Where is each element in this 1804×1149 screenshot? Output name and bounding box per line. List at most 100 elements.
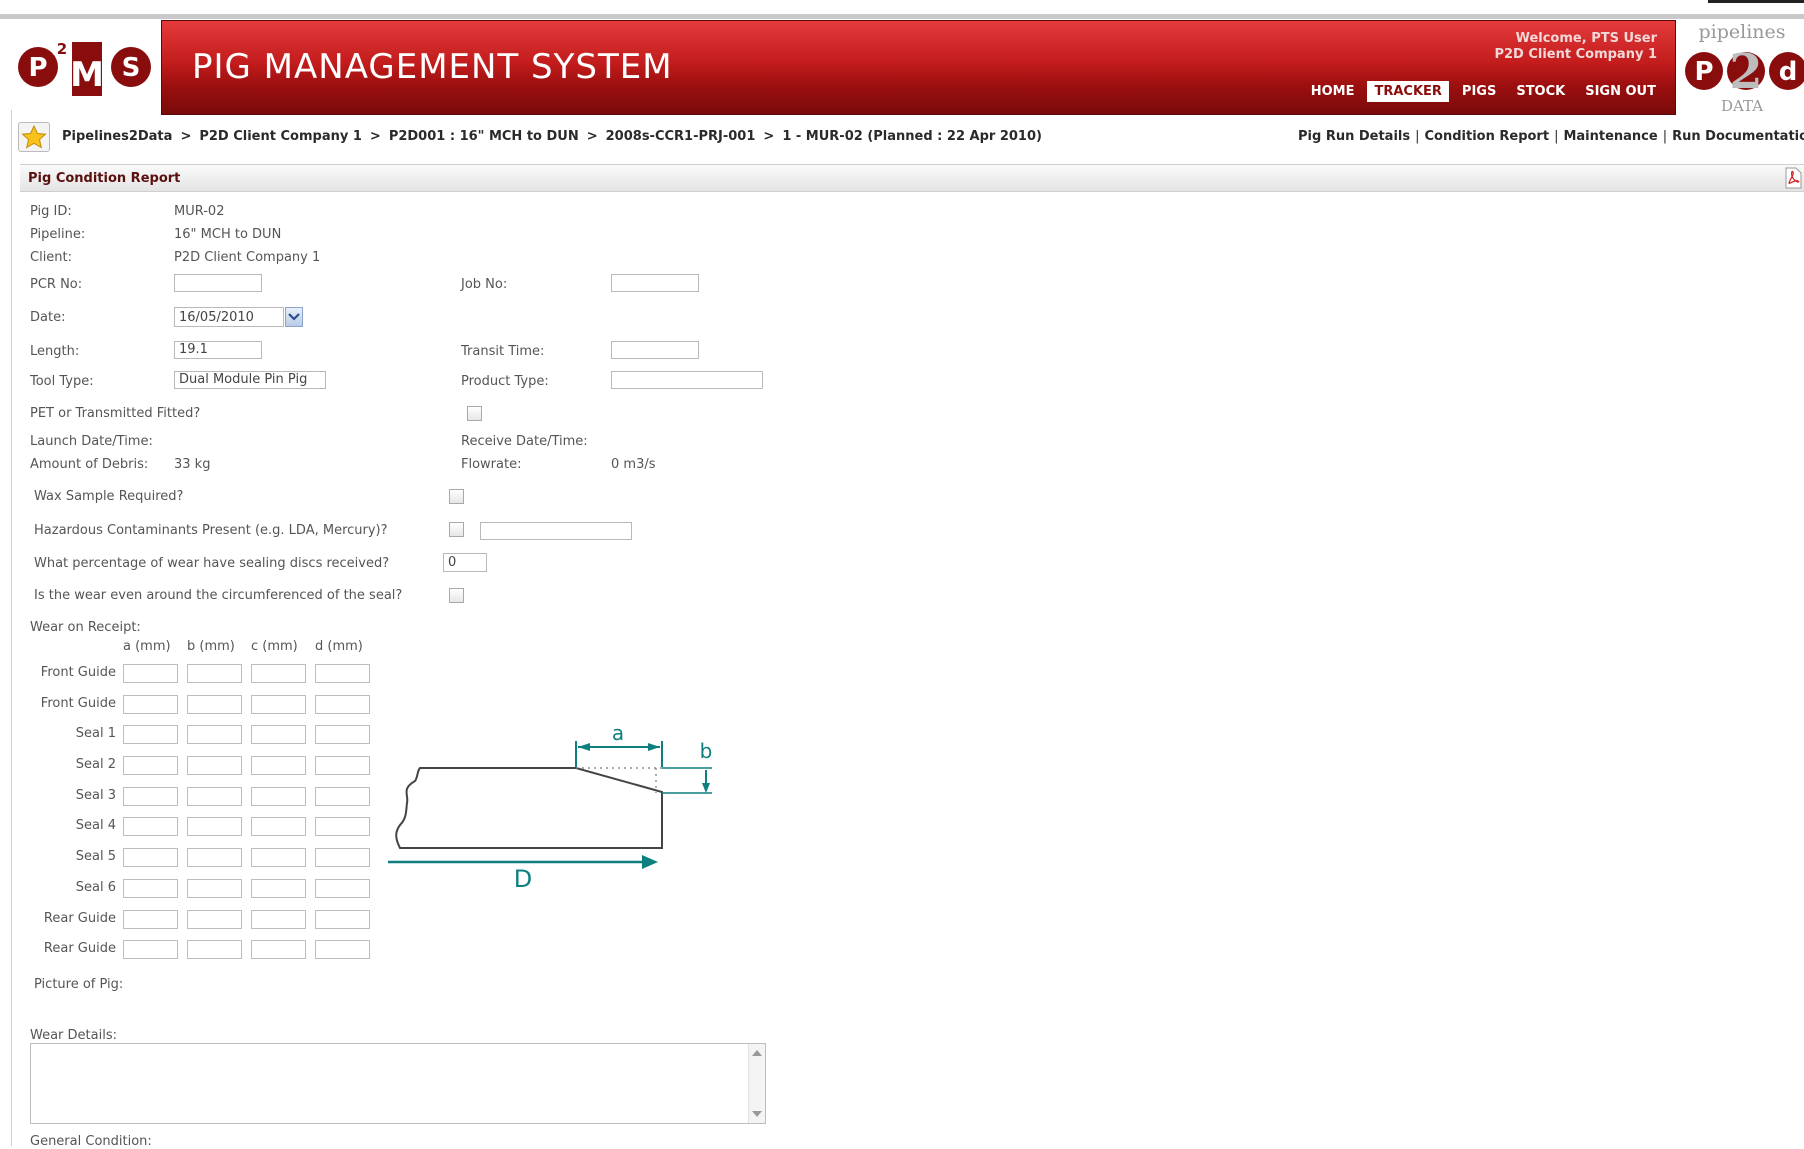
wear-cell-input[interactable]: [187, 848, 242, 867]
tool-type-input[interactable]: [174, 371, 326, 389]
wear-cell-input[interactable]: [187, 817, 242, 836]
wear-cell-input[interactable]: [187, 787, 242, 806]
wear-row-label: Rear Guide: [43, 911, 116, 926]
wear-cell-input[interactable]: [315, 695, 370, 714]
wear-cell-input[interactable]: [251, 787, 306, 806]
link-condition-report[interactable]: Condition Report: [1425, 129, 1550, 144]
breadcrumb-run[interactable]: 1 - MUR-02 (Planned : 22 Apr 2010): [782, 129, 1042, 144]
wear-cell-input[interactable]: [315, 756, 370, 775]
scroll-down-icon[interactable]: [752, 1111, 762, 1117]
wear-cell-input[interactable]: [315, 940, 370, 959]
hazardous-details-input[interactable]: [480, 522, 632, 540]
wear-cell-input[interactable]: [251, 725, 306, 744]
wear-cell-input[interactable]: [251, 664, 306, 683]
wear-cell-input[interactable]: [123, 756, 178, 775]
wear-cell-input[interactable]: [315, 725, 370, 744]
column-header-b: b (mm): [187, 639, 235, 654]
run-section-links: Pig Run Details | Condition Report | Mainten…: [1298, 129, 1804, 144]
client-value: P2D Client Company 1: [174, 250, 321, 265]
pcr-no-input[interactable]: [174, 274, 262, 292]
wear-cell-input[interactable]: [123, 879, 178, 898]
wear-cell-input[interactable]: [315, 910, 370, 929]
wear-cell-input[interactable]: [123, 817, 178, 836]
job-no-label: Job No:: [461, 277, 508, 292]
breadcrumb-client[interactable]: P2D Client Company 1: [199, 129, 362, 144]
link-pig-run-details[interactable]: Pig Run Details: [1298, 129, 1410, 144]
wear-cell-input[interactable]: [315, 787, 370, 806]
wear-cell-input[interactable]: [123, 725, 178, 744]
pet-fitted-checkbox[interactable]: [467, 406, 482, 421]
wear-cell-input[interactable]: [315, 664, 370, 683]
date-dropdown-button[interactable]: [285, 307, 303, 327]
wear-cell-input[interactable]: [187, 756, 242, 775]
wear-details-textarea[interactable]: [30, 1043, 766, 1124]
wax-sample-checkbox[interactable]: [449, 489, 464, 504]
nav-tracker[interactable]: TRACKER: [1367, 81, 1449, 102]
logo-letter-s: S: [122, 53, 141, 83]
transit-time-input[interactable]: [611, 341, 699, 359]
wear-cell-input[interactable]: [123, 695, 178, 714]
general-condition-label: General Condition:: [30, 1134, 152, 1149]
wear-cell-input[interactable]: [315, 848, 370, 867]
wear-cell-input[interactable]: [315, 879, 370, 898]
wear-cell-input[interactable]: [251, 848, 306, 867]
link-run-documentation[interactable]: Run Documentation: [1672, 129, 1804, 144]
pipeline-label: Pipeline:: [30, 227, 86, 242]
wear-even-checkbox[interactable]: [449, 588, 464, 603]
wear-cell-input[interactable]: [251, 695, 306, 714]
wear-cell-input[interactable]: [187, 879, 242, 898]
wear-cell-input[interactable]: [123, 910, 178, 929]
wear-even-label: Is the wear even around the circumferenc…: [34, 588, 403, 603]
breadcrumb-pipelines2data[interactable]: Pipelines2Data: [62, 129, 172, 144]
favourite-star-button[interactable]: [18, 122, 50, 152]
wear-row-label: Seal 2: [75, 757, 116, 772]
wear-cell-input[interactable]: [187, 940, 242, 959]
wear-cell-input[interactable]: [251, 817, 306, 836]
pms-logo[interactable]: P 2 M S: [16, 34, 166, 104]
wear-cell-input[interactable]: [251, 879, 306, 898]
p2d-logo-d: d: [1779, 57, 1798, 87]
wear-cell-input[interactable]: [315, 817, 370, 836]
wear-cell-input[interactable]: [187, 910, 242, 929]
breadcrumb-pipeline[interactable]: P2D001 : 16" MCH to DUN: [389, 129, 579, 144]
wear-row-label: Seal 4: [75, 818, 116, 833]
wear-row-label: Rear Guide: [43, 941, 116, 956]
link-maintenance[interactable]: Maintenance: [1563, 129, 1657, 144]
textarea-scrollbar[interactable]: [748, 1044, 765, 1123]
wear-row-label: Seal 5: [75, 849, 116, 864]
wear-cell-input[interactable]: [123, 848, 178, 867]
wear-cell-input[interactable]: [187, 725, 242, 744]
pdf-icon[interactable]: [1784, 167, 1802, 189]
wear-cell-input[interactable]: [251, 940, 306, 959]
diagram-label-d: D: [514, 865, 532, 893]
job-no-input[interactable]: [611, 274, 699, 292]
wear-cell-input[interactable]: [251, 910, 306, 929]
p2d-logo[interactable]: pipelines P 2 d DATA: [1680, 18, 1804, 116]
length-input[interactable]: [174, 341, 262, 359]
product-type-input[interactable]: [611, 371, 763, 389]
wear-cell-input[interactable]: [187, 695, 242, 714]
wear-cell-input[interactable]: [251, 756, 306, 775]
pcr-no-label: PCR No:: [30, 277, 83, 292]
debris-value: 33 kg: [174, 457, 211, 472]
date-input[interactable]: [174, 307, 284, 327]
column-header-a: a (mm): [123, 639, 171, 654]
wear-cell-input[interactable]: [187, 664, 242, 683]
wear-row-label: Front Guide: [40, 696, 116, 711]
nav-pigs[interactable]: PIGS: [1455, 81, 1503, 102]
wear-on-receipt-label: Wear on Receipt:: [30, 620, 141, 635]
app-title: PIG MANAGEMENT SYSTEM: [192, 47, 673, 87]
breadcrumb-project[interactable]: 2008s-CCR1-PRJ-001: [606, 129, 756, 144]
wear-percentage-input[interactable]: [443, 553, 487, 572]
hazardous-checkbox[interactable]: [449, 522, 464, 537]
nav-stock[interactable]: STOCK: [1509, 81, 1572, 102]
main-nav: HOME TRACKER PIGS STOCK SIGN OUT: [1304, 81, 1663, 102]
wear-cell-input[interactable]: [123, 787, 178, 806]
nav-sign-out[interactable]: SIGN OUT: [1578, 81, 1663, 102]
scroll-up-icon[interactable]: [752, 1050, 762, 1056]
nav-home[interactable]: HOME: [1304, 81, 1362, 102]
wear-cell-input[interactable]: [123, 664, 178, 683]
pig-id-value: MUR-02: [174, 204, 225, 219]
wear-cell-input[interactable]: [123, 940, 178, 959]
column-header-d: d (mm): [315, 639, 363, 654]
